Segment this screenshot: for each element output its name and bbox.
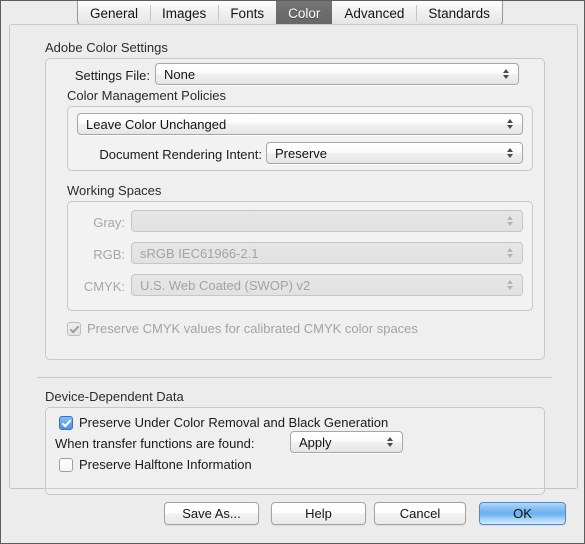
chevron-updown-icon (502, 280, 518, 290)
tab-color[interactable]: Color (276, 1, 333, 25)
settings-file-dropdown[interactable]: None (155, 63, 519, 85)
cancel-button[interactable]: Cancel (374, 502, 466, 525)
cmyk-working-space-dropdown[interactable]: U.S. Web Coated (SWOP) v2 (131, 274, 523, 296)
cmyk-label: CMYK: (83, 279, 125, 294)
cmyk-working-space-value: U.S. Web Coated (SWOP) v2 (140, 277, 311, 293)
chevron-updown-icon (502, 248, 518, 258)
preserve-halftone-checkbox-row[interactable]: Preserve Halftone Information (59, 457, 252, 472)
chevron-updown-icon (502, 148, 518, 158)
checkbox-icon[interactable] (59, 457, 73, 472)
preserve-cmyk-values-label: Preserve CMYK values for calibrated CMYK… (87, 321, 418, 336)
help-button[interactable]: Help (271, 502, 366, 525)
save-as-button[interactable]: Save As... (164, 502, 259, 525)
gray-label: Gray: (93, 215, 125, 230)
chevron-updown-icon (502, 216, 518, 226)
chevron-updown-icon (382, 437, 398, 447)
preserve-cmyk-values-checkbox-row[interactable]: Preserve CMYK values for calibrated CMYK… (67, 321, 418, 336)
rendering-intent-value: Preserve (275, 145, 328, 161)
device-dependent-data-title: Device-Dependent Data (45, 389, 184, 404)
rgb-working-space-value: sRGB IEC61966-2.1 (140, 245, 259, 261)
color-settings-panel: Adobe Color Settings Settings File: None… (9, 24, 578, 495)
color-policy-dropdown[interactable]: Leave Color Unchanged (77, 113, 523, 135)
ok-button[interactable]: OK (479, 502, 566, 525)
rendering-intent-dropdown[interactable]: Preserve (266, 142, 523, 164)
gray-working-space-dropdown[interactable] (131, 210, 523, 232)
preserve-ucr-label: Preserve Under Color Removal and Black G… (79, 415, 389, 430)
preferences-dialog: General Images Fonts Color Advanced Stan… (0, 0, 585, 544)
chevron-updown-icon (498, 69, 514, 79)
tab-advanced[interactable]: Advanced (332, 1, 416, 25)
color-management-policies-title: Color Management Policies (67, 88, 226, 103)
working-spaces-title: Working Spaces (67, 183, 162, 198)
adobe-color-settings-title: Adobe Color Settings (45, 40, 168, 55)
transfer-functions-value: Apply (299, 434, 332, 450)
settings-file-label: Settings File: (74, 68, 150, 83)
tab-images[interactable]: Images (150, 1, 218, 25)
rgb-label: RGB: (93, 247, 125, 262)
preserve-halftone-label: Preserve Halftone Information (79, 457, 252, 472)
preserve-ucr-checkbox-row[interactable]: Preserve Under Color Removal and Black G… (59, 415, 388, 430)
tab-bar: General Images Fonts Color Advanced Stan… (77, 1, 503, 26)
tab-standards[interactable]: Standards (416, 1, 502, 25)
section-separator (37, 377, 552, 378)
checkbox-icon[interactable] (67, 321, 81, 336)
color-policy-value: Leave Color Unchanged (86, 116, 227, 132)
rgb-working-space-dropdown[interactable]: sRGB IEC61966-2.1 (131, 242, 523, 264)
transfer-functions-label: When transfer functions are found: (55, 436, 255, 451)
rendering-intent-label: Document Rendering Intent: (99, 147, 262, 162)
chevron-updown-icon (502, 119, 518, 129)
settings-file-value: None (164, 66, 196, 82)
checkbox-icon[interactable] (59, 415, 73, 430)
transfer-functions-dropdown[interactable]: Apply (290, 431, 403, 453)
tab-fonts[interactable]: Fonts (218, 1, 276, 25)
tab-general[interactable]: General (78, 1, 150, 25)
